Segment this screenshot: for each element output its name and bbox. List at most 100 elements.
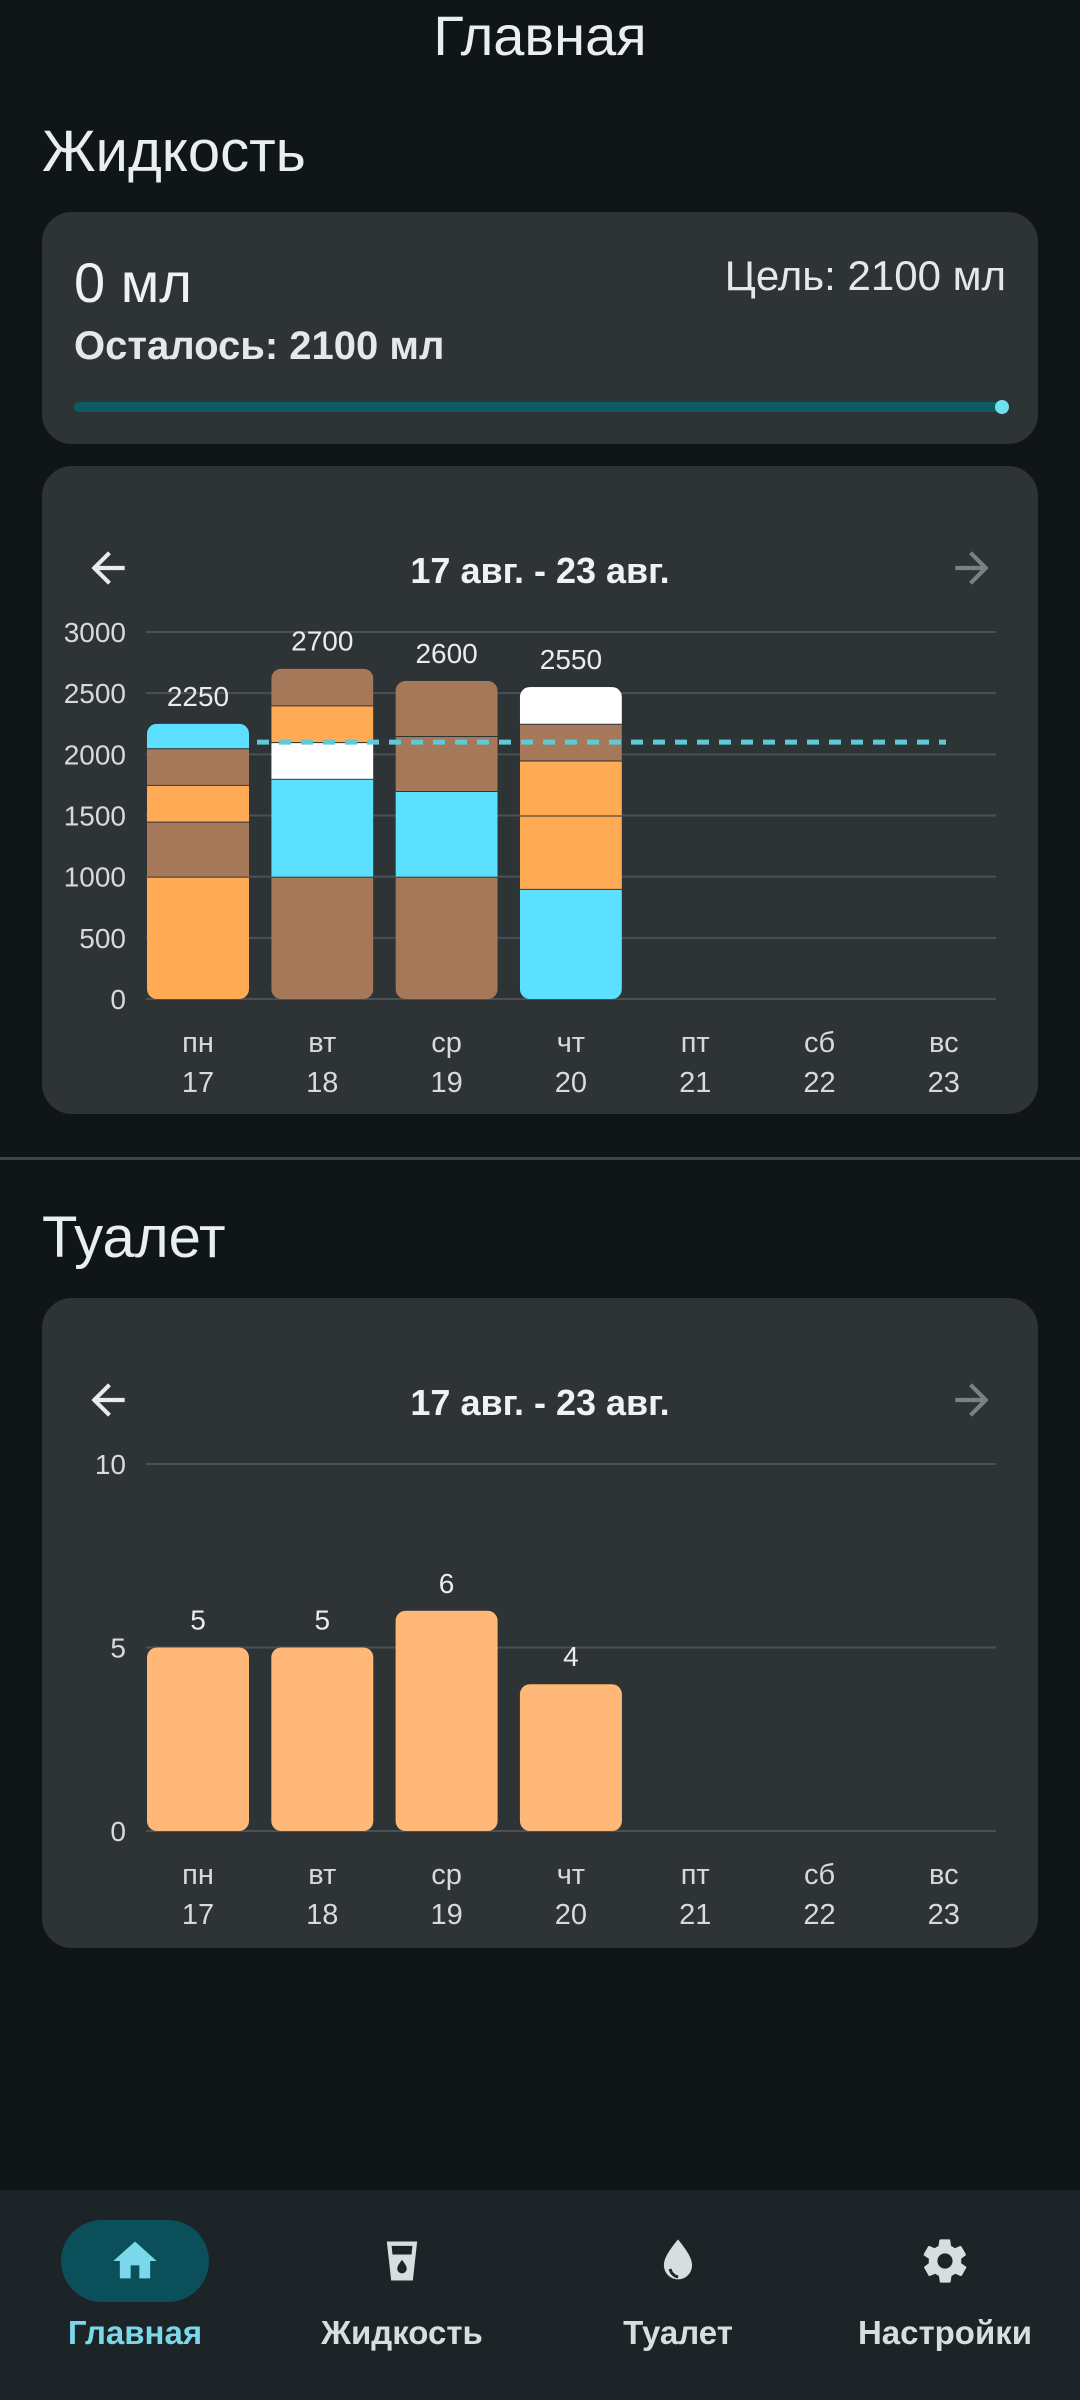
bar [147,1647,249,1831]
section-divider [0,1157,1080,1160]
nav-label-settings: Настройки [857,2314,1033,2351]
bar-segment [271,668,374,706]
stacked-bar [395,680,498,999]
fluid-goal: Цель: 2100 мл [724,252,1006,299]
x-date-label: 23 [928,1899,960,1931]
x-day-label: сб [804,1859,835,1891]
nav-item-toilet[interactable]: Туалет [543,2220,813,2380]
y-tick-label: 500 [79,923,126,954]
y-tick-label: 10 [95,1449,126,1480]
x-day-label: чт [557,1859,585,1891]
fluid-section-title: Жидкость [42,119,306,184]
toilet-section-title: Туалет [42,1205,226,1270]
toilet-bar-chart: 0 5 10 5 пн 17 5 вт 18 6 ср 19 4 чт 20 пт 21 сб 22 вс 23 [95,1449,996,1931]
x-date-label: 21 [679,1899,711,1931]
fluid-remaining: Осталось: 2100 мл [74,324,445,368]
y-tick-label: 2500 [64,678,126,709]
home-icon [113,2241,157,2279]
y-tick-label: 1000 [64,862,126,893]
nav-label-toilet: Туалет [623,2314,733,2351]
bar-value-label: 2550 [540,644,602,675]
y-tick-label: 1500 [64,801,126,832]
fluid-bar-chart: 0 500 1000 1500 2000 2500 3000 2250 пн 17 2700 вт 18… [64,617,996,1099]
bar [395,1610,498,1831]
bar-segment [395,876,498,999]
x-date-label: 17 [182,1899,214,1931]
nav-item-fluid[interactable]: Жидкость [267,2220,537,2380]
bar-value-label: 5 [190,1605,206,1636]
bar-segment [519,760,622,816]
x-date-label: 18 [306,1067,338,1099]
nav-item-home[interactable]: Главная [0,2220,270,2380]
glass-icon [386,2241,418,2281]
x-day-label: ср [431,1027,462,1059]
nav-label-home: Главная [67,2314,203,2351]
x-day-label: вт [308,1859,336,1891]
fluid-summary-card: 0 мл Цель: 2100 мл Осталось: 2100 мл [42,212,1038,444]
y-tick-label: 0 [110,984,126,1015]
x-date-label: 21 [679,1067,711,1099]
x-date-label: 23 [928,1067,960,1099]
x-day-label: ср [431,1859,462,1891]
bar [519,1684,622,1831]
stacked-bar [519,687,622,999]
bar-value-label: 2250 [167,681,229,712]
nav-toilet-indicator [604,2220,752,2302]
bar-segment [519,815,622,889]
x-date-label: 20 [555,1067,587,1099]
bar-segment [147,723,249,749]
stacked-bar [147,723,249,999]
bar-segment [519,687,622,724]
x-day-label: пн [182,1027,214,1059]
x-date-label: 20 [555,1899,587,1931]
bar-segment [147,748,249,785]
bottom-navigation: Главная Жидкость Туалет Настройки [0,2190,1080,2400]
x-day-label: вт [308,1027,336,1059]
bar-value-label: 6 [439,1568,455,1599]
bar-value-label: 2700 [291,626,353,657]
progress-end-dot [995,400,1009,414]
x-date-label: 22 [803,1899,835,1931]
nav-settings-indicator [871,2220,1019,2302]
bar [271,1647,374,1831]
bar-segment [271,705,374,743]
x-day-label: сб [804,1027,835,1059]
bar-segment [147,821,249,877]
fluid-progress-bar [74,400,1009,414]
y-tick-label: 2000 [64,739,126,770]
y-tick-label: 0 [110,1816,126,1847]
x-day-label: чт [557,1027,585,1059]
bar-segment [519,888,622,999]
bar-segment [271,742,374,779]
nav-fluid-indicator [328,2220,476,2302]
bar-value-label: 4 [563,1641,579,1672]
bar-value-label: 2600 [415,638,477,669]
stacked-bar [271,668,374,999]
nav-home-indicator [61,2220,209,2302]
y-tick-label: 3000 [64,617,126,648]
x-date-label: 17 [182,1067,214,1099]
x-day-label: пн [182,1859,214,1891]
x-day-label: вс [929,1859,959,1891]
bar-segment [271,876,374,999]
x-date-label: 18 [306,1899,338,1931]
fluid-amount: 0 мл [74,251,192,314]
nav-label-fluid: Жидкость [321,2314,483,2351]
fluid-week-card: 17 авг. - 23 авг. 0 500 1000 1500 2000 2500 30… [42,466,1038,1114]
toilet-week-card: 17 авг. - 23 авг. 0 5 10 5 пн 17 5 вт 18 6 ср 19 4 чт… [42,1298,1038,1948]
bar-segment [271,778,374,877]
x-date-label: 19 [430,1899,462,1931]
bar-value-label: 5 [315,1605,331,1636]
x-date-label: 22 [803,1067,835,1099]
x-day-label: вс [929,1027,959,1059]
x-day-label: пт [681,1859,710,1891]
gear-icon [923,2239,967,2283]
x-day-label: пт [681,1027,710,1059]
page-title: Главная [433,4,647,67]
bar-segment [395,680,498,736]
y-tick-label: 5 [110,1633,126,1664]
bar-segment [395,791,498,877]
x-date-label: 19 [430,1067,462,1099]
nav-item-settings[interactable]: Настройки [810,2220,1080,2380]
drop-icon [663,2239,693,2280]
